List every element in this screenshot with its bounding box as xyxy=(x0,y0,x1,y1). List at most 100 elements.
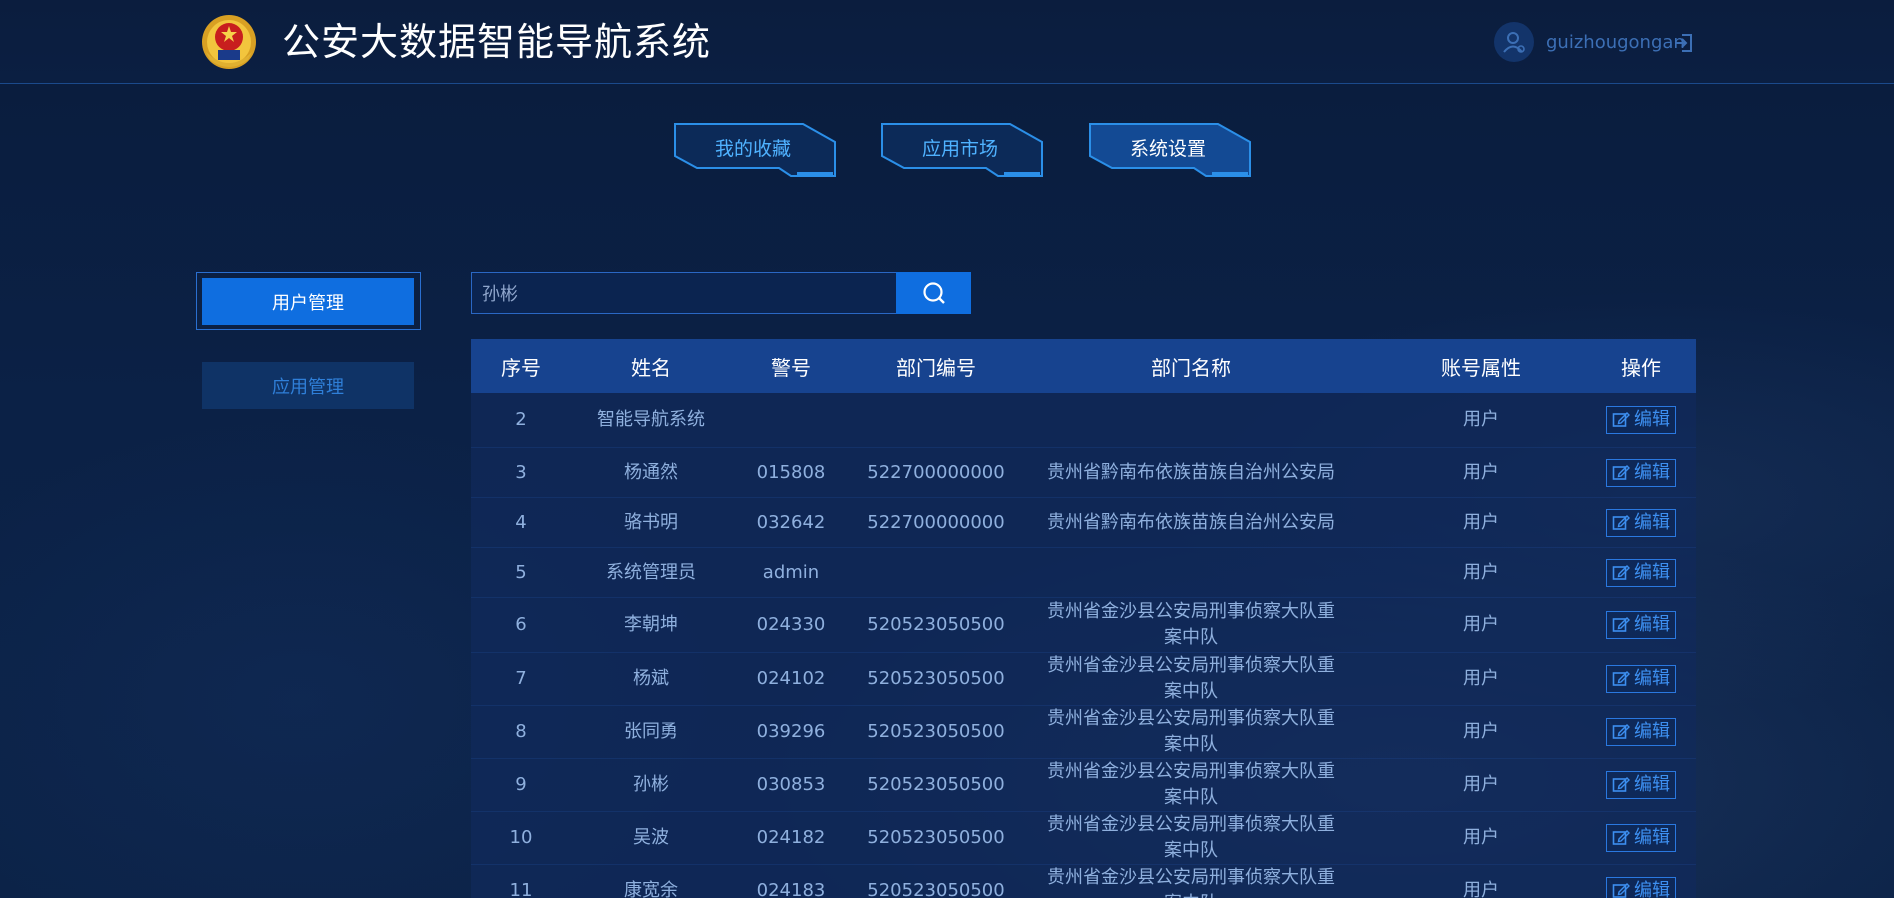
tab-app-market[interactable]: 应用市场 xyxy=(880,122,1044,178)
cell-dept-code: 520523050500 xyxy=(867,668,1005,689)
cell-badge-number: 032642 xyxy=(756,511,826,533)
table-row: 11 康宽余 024183 520523050500 贵州省金沙县公安局刑事侦察大队重案… xyxy=(471,865,1696,898)
cell-name: 系统管理员 xyxy=(606,561,696,583)
user-avatar-icon xyxy=(1494,22,1534,62)
cell-account-type: 用户 xyxy=(1463,511,1499,533)
cell-account-type: 用户 xyxy=(1463,409,1499,430)
cell-index: 6 xyxy=(515,614,527,635)
cell-name: 智能导航系统 xyxy=(597,409,705,430)
cell-actions: 编辑 xyxy=(1571,393,1696,447)
cell-name: 李朝坤 xyxy=(624,614,678,635)
cell-dept-name: 贵州省金沙县公安局刑事侦察大队重案中队 xyxy=(1047,708,1335,755)
edit-label: 编辑 xyxy=(1634,409,1670,430)
edit-button[interactable]: 编辑 xyxy=(1606,406,1676,434)
cell-dept-code: 520523050500 xyxy=(867,774,1005,795)
edit-button[interactable]: 编辑 xyxy=(1606,508,1676,537)
column-header: 操作 xyxy=(1621,355,1661,380)
cell-name: 骆书明 xyxy=(624,511,678,533)
edit-button[interactable]: 编辑 xyxy=(1606,824,1676,852)
cell-dept-code: 520523050500 xyxy=(867,614,1005,635)
sidebar-item-app-management[interactable]: 应用管理 xyxy=(202,362,414,409)
cell-dept-name xyxy=(1021,548,1361,597)
cell-dept-name: 贵州省黔南布依族苗族自治州公安局 xyxy=(1047,461,1335,483)
column-header: 警号 xyxy=(771,355,811,380)
cell-actions: 编辑 xyxy=(1571,448,1696,497)
cell-badge-number: 030853 xyxy=(756,774,826,795)
edit-icon xyxy=(1612,514,1630,530)
sidebar-item-user-management[interactable]: 用户管理 xyxy=(202,278,414,325)
tab-system-settings[interactable]: 系统设置 xyxy=(1088,122,1252,178)
tab-label: 应用市场 xyxy=(921,137,998,160)
cell-actions: 编辑 xyxy=(1571,548,1696,597)
edit-label: 编辑 xyxy=(1634,511,1670,533)
edit-label: 编辑 xyxy=(1634,721,1670,742)
table-row: 8 张同勇 039296 520523050500 贵州省金沙县公安局刑事侦察大队重案中… xyxy=(471,706,1696,759)
search-input[interactable] xyxy=(471,272,896,314)
edit-icon xyxy=(1612,883,1630,898)
edit-button[interactable]: 编辑 xyxy=(1606,611,1676,639)
cell-account-type: 用户 xyxy=(1463,561,1499,583)
edit-button[interactable]: 编辑 xyxy=(1606,771,1676,799)
table-row: 2 智能导航系统 用户 编辑 xyxy=(471,393,1696,448)
edit-label: 编辑 xyxy=(1634,668,1670,689)
cell-account-type: 用户 xyxy=(1463,880,1499,898)
cell-badge-number: 024183 xyxy=(756,880,826,898)
edit-icon xyxy=(1612,830,1630,845)
edit-icon xyxy=(1612,412,1630,427)
cell-dept-code: 520523050500 xyxy=(867,880,1005,898)
cell-dept-name xyxy=(1021,393,1361,447)
column-header: 序号 xyxy=(501,355,541,380)
cell-dept-code: 520523050500 xyxy=(867,827,1005,848)
edit-button[interactable]: 编辑 xyxy=(1606,718,1676,746)
table-row: 9 孙彬 030853 520523050500 贵州省金沙县公安局刑事侦察大队重案中队… xyxy=(471,759,1696,812)
cell-actions: 编辑 xyxy=(1571,706,1696,758)
cell-name: 张同勇 xyxy=(624,721,678,742)
cell-badge-number: admin xyxy=(762,561,820,583)
cell-actions: 编辑 xyxy=(1571,598,1696,652)
search-icon xyxy=(922,282,945,304)
column-header: 账号属性 xyxy=(1441,355,1521,380)
user-menu[interactable]: guizhougongan xyxy=(1494,22,1685,62)
cell-name: 康宽余 xyxy=(624,880,678,898)
cell-account-type: 用户 xyxy=(1463,827,1499,848)
cell-account-type: 用户 xyxy=(1463,668,1499,689)
edit-button[interactable]: 编辑 xyxy=(1606,877,1676,898)
cell-badge-number: 024182 xyxy=(756,827,826,848)
cell-account-type: 用户 xyxy=(1463,614,1499,635)
cell-index: 5 xyxy=(515,561,527,583)
table-row: 3 杨通然 015808 522700000000 贵州省黔南布依族苗族自治州公安局 用户… xyxy=(471,448,1696,498)
edit-button[interactable]: 编辑 xyxy=(1606,665,1676,693)
cell-actions: 编辑 xyxy=(1571,812,1696,864)
cell-badge-number: 024330 xyxy=(756,614,826,635)
cell-index: 2 xyxy=(515,409,527,430)
table-row: 10 吴波 024182 520523050500 贵州省金沙县公安局刑事侦察大队重案中… xyxy=(471,812,1696,865)
cell-actions: 编辑 xyxy=(1571,498,1696,547)
edit-icon xyxy=(1612,671,1630,686)
cell-name: 孙彬 xyxy=(633,774,669,795)
cell-name: 吴波 xyxy=(633,827,669,848)
cell-dept-name: 贵州省金沙县公安局刑事侦察大队重案中队 xyxy=(1047,601,1335,648)
edit-button[interactable]: 编辑 xyxy=(1606,458,1676,487)
table-body: 2 智能导航系统 用户 编辑 3 杨通然 015808 522700000000 贵州省黔南布依… xyxy=(471,393,1696,898)
table-row: 5 系统管理员 admin 用户 编辑 xyxy=(471,548,1696,598)
search-button[interactable] xyxy=(896,272,971,314)
cell-actions: 编辑 xyxy=(1571,759,1696,811)
edit-label: 编辑 xyxy=(1634,880,1670,898)
logout-icon[interactable] xyxy=(1672,32,1694,54)
tab-my-favorites[interactable]: 我的收藏 xyxy=(673,122,837,178)
tab-label: 我的收藏 xyxy=(714,137,791,160)
cell-badge-number xyxy=(731,393,851,447)
cell-badge-number: 039296 xyxy=(756,721,826,742)
cell-account-type: 用户 xyxy=(1463,461,1499,483)
user-table: 序号 姓名 警号 部门编号 部门名称 账号属性 操作 2 智能导航系统 用户 编辑 3 杨… xyxy=(471,339,1696,898)
cell-actions: 编辑 xyxy=(1571,653,1696,705)
column-header: 姓名 xyxy=(631,355,671,380)
cell-index: 7 xyxy=(515,668,527,689)
edit-icon xyxy=(1612,724,1630,739)
cell-badge-number: 015808 xyxy=(756,461,826,483)
edit-button[interactable]: 编辑 xyxy=(1606,558,1676,587)
table-row: 6 李朝坤 024330 520523050500 贵州省金沙县公安局刑事侦察大队重案中… xyxy=(471,598,1696,653)
cell-dept-code xyxy=(851,393,1021,447)
cell-name: 杨斌 xyxy=(633,668,669,689)
edit-label: 编辑 xyxy=(1634,561,1670,583)
